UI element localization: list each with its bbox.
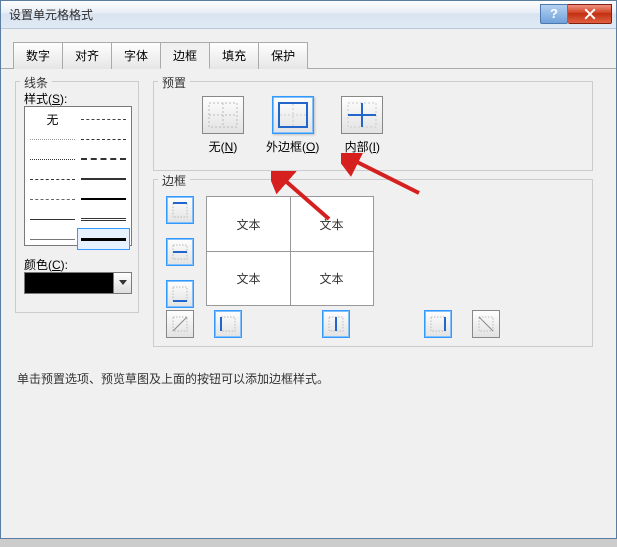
border-diag-down-icon [477,315,495,333]
preset-outline-button[interactable] [272,96,314,134]
tab-fill[interactable]: 填充 [209,42,259,69]
preset-none-icon [208,102,238,128]
border-vmiddle-icon [327,315,345,333]
preset-inside-button[interactable] [341,96,383,134]
border-vmiddle-button[interactable] [322,310,350,338]
border-hmiddle-button[interactable] [166,238,194,266]
line-style-3[interactable] [78,129,129,149]
line-style-4[interactable] [27,149,78,169]
preset-none-button[interactable] [202,96,244,134]
preset-inside-icon [347,102,377,128]
line-style-2[interactable] [27,129,78,149]
tab-align[interactable]: 对齐 [62,42,112,69]
line-style-picker[interactable]: 无 [24,106,132,246]
line-style-9[interactable] [78,189,129,209]
preset-none-label: 无(N) [209,138,238,155]
style-label: 样式(S): [24,90,67,107]
preset-outline-icon [278,102,308,128]
close-button[interactable] [568,4,612,24]
preview-cell-bl: 文本 [207,251,290,305]
border-diag-down-button[interactable] [472,310,500,338]
line-style-6[interactable] [27,169,78,189]
line-fieldset: 线条 样式(S): 无 颜色(C): [15,81,139,313]
chevron-down-icon [119,280,127,286]
tab-border[interactable]: 边框 [160,42,210,69]
preview-cell-tl: 文本 [207,197,290,251]
hint-text: 单击预置选项、预览草图及上面的按钮可以添加边框样式。 [17,370,329,387]
tab-bar: 数字 对齐 字体 边框 填充 保护 [1,29,616,69]
preset-label: 预置 [158,74,190,91]
preset-inside-label: 内部(I) [345,138,380,155]
line-style-13[interactable] [78,229,129,249]
color-label: 颜色(C): [24,256,68,273]
border-label: 边框 [158,172,190,189]
tab-protect[interactable]: 保护 [258,42,308,69]
line-label: 线条 [20,74,52,91]
preset-fieldset: 预置 无(N) 外边框(O) [153,81,593,171]
border-left-button[interactable] [214,310,242,338]
color-dropdown-button[interactable] [114,272,132,294]
border-fieldset: 边框 文本 文本 文本 文本 [153,179,593,347]
tab-font[interactable]: 字体 [111,42,161,69]
border-diag-up-icon [171,315,189,333]
border-left-icon [219,315,237,333]
preset-outline-label: 外边框(O) [266,138,319,155]
border-top-button[interactable] [166,196,194,224]
border-right-icon [429,315,447,333]
border-hmiddle-icon [171,243,189,261]
line-style-7[interactable] [78,169,129,189]
border-preview[interactable]: 文本 文本 文本 文本 [206,196,374,306]
line-style-none[interactable]: 无 [27,109,78,129]
line-style-12[interactable] [27,229,78,249]
line-style-8[interactable] [27,189,78,209]
line-style-5[interactable] [78,149,129,169]
border-right-button[interactable] [424,310,452,338]
line-style-10[interactable] [27,209,78,229]
border-top-icon [171,201,189,219]
preview-cell-br: 文本 [290,251,373,305]
line-style-11[interactable] [78,209,129,229]
color-swatch [24,272,114,294]
color-picker[interactable] [24,272,132,294]
titlebar: 设置单元格格式 ? [1,1,616,29]
border-bottom-icon [171,285,189,303]
line-style-1[interactable] [78,109,129,129]
border-diag-up-button[interactable] [166,310,194,338]
preview-cell-tr: 文本 [290,197,373,251]
border-bottom-button[interactable] [166,280,194,308]
help-button[interactable]: ? [540,4,568,24]
tab-number[interactable]: 数字 [13,42,63,69]
window-title: 设置单元格格式 [9,6,540,23]
